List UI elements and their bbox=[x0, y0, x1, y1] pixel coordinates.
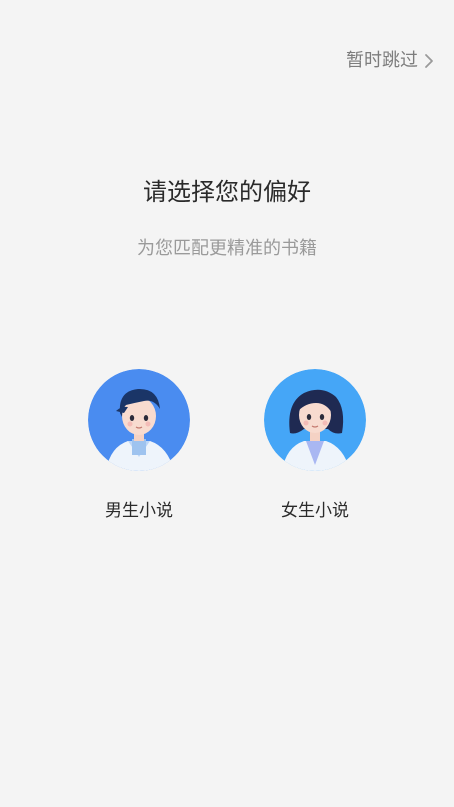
female-avatar-icon bbox=[264, 369, 366, 471]
skip-button[interactable]: 暂时跳过 bbox=[346, 48, 436, 74]
page-subtitle: 为您匹配更精准的书籍 bbox=[137, 238, 317, 259]
skip-label: 暂时跳过 bbox=[346, 50, 418, 71]
page-title: 请选择您的偏好 bbox=[143, 178, 311, 206]
female-novel-option[interactable]: 女生小说 bbox=[245, 369, 385, 523]
male-avatar-icon bbox=[88, 369, 190, 471]
male-novel-label: 男生小说 bbox=[105, 501, 173, 521]
female-novel-label: 女生小说 bbox=[281, 501, 349, 521]
chevron-right-icon bbox=[425, 54, 433, 68]
male-novel-option[interactable]: 男生小说 bbox=[69, 369, 209, 523]
